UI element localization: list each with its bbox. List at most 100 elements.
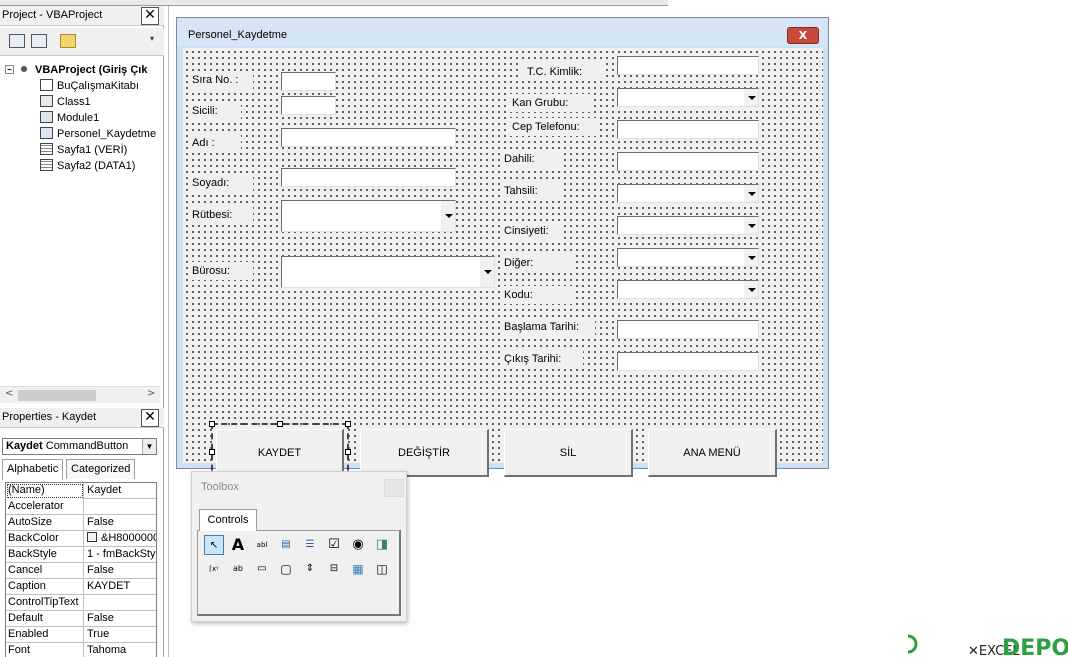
property-row[interactable]: AutoSize False — [6, 515, 156, 531]
userform-client-area[interactable]: Sıra No. : Sicili: Adı : Soyadı: Rütbesi… — [183, 48, 823, 481]
textbox-tool-icon[interactable]: abl — [252, 535, 272, 555]
diger-dropdown[interactable] — [617, 248, 759, 267]
tab-controls[interactable]: Controls — [199, 509, 257, 531]
optionbutton-tool-icon[interactable]: ◉ — [348, 535, 368, 555]
sil-button[interactable]: SİL — [504, 429, 633, 477]
chevron-down-icon[interactable] — [743, 249, 758, 266]
property-value[interactable]: True — [85, 627, 156, 643]
dahili-field[interactable] — [617, 152, 759, 171]
object-selector-dropdown[interactable]: Kaydet CommandButton ▼ — [2, 438, 157, 455]
tab-alphabetic[interactable]: Alphabetic — [2, 459, 64, 480]
sira-no-field[interactable] — [281, 72, 336, 91]
chevron-down-icon[interactable] — [479, 257, 494, 287]
spinbutton-tool-icon[interactable]: ⊟ — [324, 559, 344, 579]
scrollbar-tool-icon[interactable]: ⇕ — [300, 559, 320, 579]
resize-handle[interactable] — [345, 449, 351, 455]
property-row[interactable]: Font Tahoma — [6, 643, 156, 657]
toolbar-overflow-icon[interactable]: ▾ — [150, 34, 160, 52]
collapse-icon[interactable]: − — [5, 65, 14, 74]
tree-item-sayfa1[interactable]: Sayfa1 (VERİ) — [40, 142, 127, 158]
tc-kimlik-field[interactable] — [617, 56, 759, 75]
frame-tool-icon[interactable]: ⌈xʸ — [204, 559, 224, 579]
adi-field[interactable] — [281, 128, 456, 147]
scrollbar-thumb[interactable] — [18, 390, 96, 401]
cikis-tarihi-field[interactable] — [617, 352, 759, 371]
toggle-folders-icon[interactable] — [60, 34, 76, 48]
chevron-down-icon[interactable] — [743, 89, 758, 106]
commandbutton-tool-icon[interactable]: ab — [228, 559, 248, 579]
property-value[interactable]: KAYDET — [85, 579, 156, 595]
chevron-down-icon[interactable]: ▼ — [142, 439, 156, 454]
property-value[interactable]: &H8000000 — [85, 531, 156, 547]
tree-item-personel-kaydetme[interactable]: Personel_Kaydetme — [40, 126, 156, 142]
project-explorer-close-button[interactable]: ✕ — [141, 7, 159, 25]
property-row[interactable]: Enabled True — [6, 627, 156, 643]
ana-menu-button[interactable]: ANA MENÜ — [648, 429, 777, 477]
property-row[interactable]: Caption KAYDET — [6, 579, 156, 595]
tree-item-thisworkbook[interactable]: BuÇalışmaKitabı — [40, 78, 139, 94]
property-name: BackStyle — [6, 547, 84, 563]
resize-handle[interactable] — [209, 421, 215, 427]
property-row[interactable]: (Name) Kaydet — [6, 483, 156, 499]
image-tool-icon[interactable]: ▦ — [348, 559, 368, 579]
chevron-down-icon[interactable] — [440, 201, 455, 231]
property-row[interactable]: ControlTipText — [6, 595, 156, 611]
kan-grubu-dropdown[interactable] — [617, 88, 759, 107]
tree-item-vbaproject[interactable]: − VBAProject (Giriş Çık — [5, 62, 147, 78]
multipage-tool-icon[interactable]: ▢ — [276, 559, 296, 579]
resize-handle[interactable] — [209, 449, 215, 455]
resize-handle[interactable] — [277, 421, 283, 427]
cep-telefonu-field[interactable] — [617, 120, 759, 139]
cinsiyeti-dropdown[interactable] — [617, 216, 759, 235]
toolbox-window[interactable]: Toolbox Controls ↖ A abl ▤ ☰ ☑ ◉ ◨ ⌈xʸ a… — [191, 471, 407, 622]
sicili-field[interactable] — [281, 96, 336, 115]
userform-window[interactable]: Personel_Kaydetme X Sıra No. : Sicili: A… — [176, 17, 829, 481]
property-row[interactable]: Default False — [6, 611, 156, 627]
listbox-tool-icon[interactable]: ☰ — [300, 535, 320, 555]
soyadi-field[interactable] — [281, 168, 456, 187]
chevron-down-icon[interactable] — [743, 185, 758, 202]
property-value[interactable]: Tahoma — [85, 643, 156, 657]
degistir-button[interactable]: DEĞİŞTİR — [360, 429, 489, 477]
property-value[interactable] — [85, 499, 156, 515]
scroll-right-icon[interactable]: > — [147, 388, 155, 399]
property-value[interactable]: False — [85, 563, 156, 579]
tabstrip-tool-icon[interactable]: ▭ — [252, 559, 272, 579]
label-tool-icon[interactable]: A — [228, 535, 248, 555]
tree-item-module1[interactable]: Module1 — [40, 110, 99, 126]
property-value[interactable]: Kaydet — [85, 483, 156, 499]
kodu-dropdown[interactable] — [617, 280, 759, 299]
checkbox-tool-icon[interactable]: ☑ — [324, 535, 344, 555]
refedit-tool-icon[interactable]: ◫ — [372, 559, 392, 579]
chevron-down-icon[interactable] — [743, 281, 758, 298]
view-object-icon[interactable] — [31, 34, 47, 48]
togglebutton-tool-icon[interactable]: ◨ — [372, 535, 392, 555]
property-row[interactable]: Cancel False — [6, 563, 156, 579]
resize-handle[interactable] — [345, 421, 351, 427]
property-value[interactable]: False — [85, 611, 156, 627]
baslama-tarihi-field[interactable] — [617, 320, 759, 339]
chevron-down-icon[interactable] — [743, 217, 758, 234]
scroll-left-icon[interactable]: < — [5, 388, 13, 399]
burosu-dropdown[interactable] — [281, 256, 495, 288]
property-value[interactable]: 1 - fmBackStyl — [85, 547, 156, 563]
select-objects-icon[interactable]: ↖ — [204, 535, 224, 555]
tahsili-dropdown[interactable] — [617, 184, 759, 203]
property-value[interactable]: False — [85, 515, 156, 531]
properties-close-button[interactable]: ✕ — [141, 409, 159, 427]
view-code-icon[interactable] — [9, 34, 25, 48]
project-horizontal-scrollbar[interactable]: < > — [0, 386, 160, 403]
property-row[interactable]: BackStyle 1 - fmBackStyl — [6, 547, 156, 563]
property-row[interactable]: BackColor &H8000000 — [6, 531, 156, 547]
tree-item-sayfa2[interactable]: Sayfa2 (DATA1) — [40, 158, 135, 174]
property-value[interactable] — [85, 595, 156, 611]
property-row[interactable]: Accelerator — [6, 499, 156, 515]
kaydet-button[interactable]: KAYDET — [216, 429, 344, 475]
userform-titlebar[interactable]: Personel_Kaydetme X — [177, 18, 828, 46]
toolbox-close-button[interactable] — [384, 479, 404, 497]
tab-categorized[interactable]: Categorized — [66, 459, 136, 479]
rutbesi-dropdown[interactable] — [281, 200, 456, 232]
userform-close-button[interactable]: X — [787, 27, 819, 44]
tree-item-class1[interactable]: Class1 — [40, 94, 91, 110]
combobox-tool-icon[interactable]: ▤ — [276, 535, 296, 555]
